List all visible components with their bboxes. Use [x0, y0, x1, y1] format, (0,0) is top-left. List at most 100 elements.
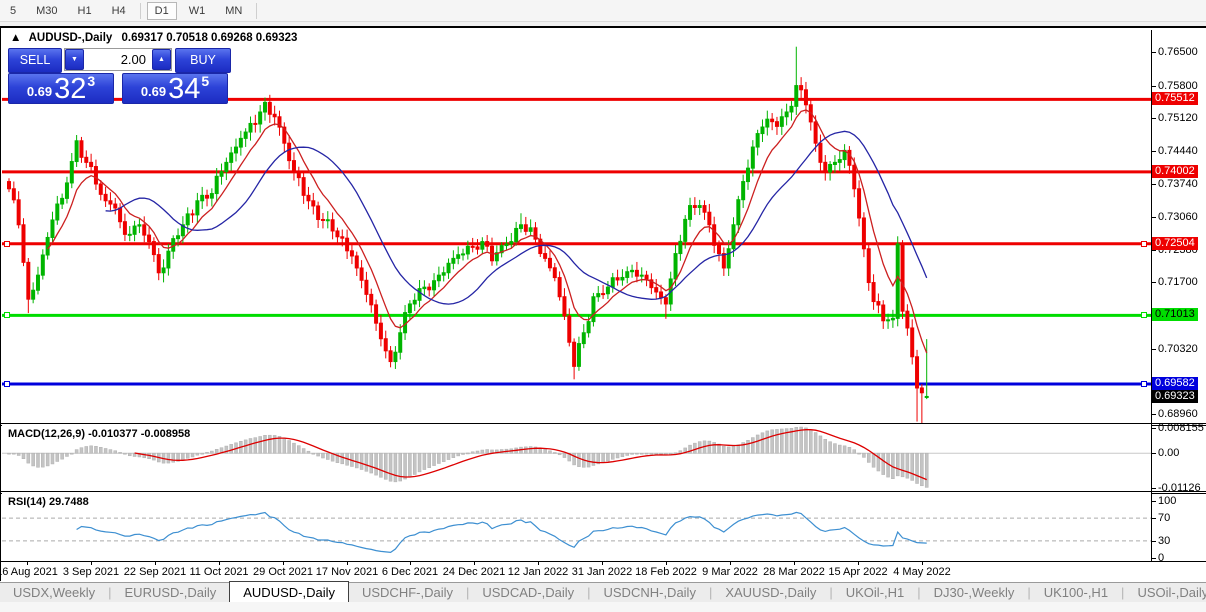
date-tick-mark	[155, 562, 156, 565]
date-tick-mark	[730, 562, 731, 565]
timeframe-button-5[interactable]: 5	[2, 2, 24, 20]
scale-tick-mark	[1152, 250, 1156, 251]
level-price-badge: 0.71013	[1152, 308, 1198, 321]
date-label: 16 Aug 2021	[0, 566, 58, 578]
scale-tick-mark	[1152, 518, 1156, 519]
tab-usdcnh-daily[interactable]: USDCNH-,Daily	[591, 583, 709, 603]
scale-tick-mark	[1152, 86, 1156, 87]
timeframe-button-h1[interactable]: H1	[70, 2, 100, 20]
tab-uk100-h1[interactable]: UK100-,H1	[1031, 583, 1121, 603]
scale-tick-mark	[1152, 501, 1156, 502]
rsi-pane[interactable]	[2, 493, 1151, 561]
rsi-scale-label: 30	[1158, 535, 1170, 547]
buy-button[interactable]: BUY	[175, 48, 231, 73]
rsi-scale-label: 100	[1158, 495, 1176, 507]
scale-tick-mark	[1152, 428, 1156, 429]
date-label: 3 Sep 2021	[63, 566, 119, 578]
tab-usdchf-daily[interactable]: USDCHF-,Daily	[349, 583, 466, 603]
date-label: 17 Nov 2021	[316, 566, 378, 578]
date-tick-mark	[858, 562, 859, 565]
date-label: 31 Jan 2022	[572, 566, 633, 578]
level-handle[interactable]	[1141, 241, 1147, 247]
date-tick-mark	[283, 562, 284, 565]
date-tick-mark	[219, 562, 220, 565]
scale-tick-mark	[1152, 52, 1156, 53]
scale-tick-mark	[1152, 349, 1156, 350]
timeframe-button-d1[interactable]: D1	[147, 2, 177, 20]
one-click-trade-panel: SELL ▼ 2.00 ▲ BUY 0.69 32 3 0.69 34 5	[8, 42, 229, 130]
chart-tab-bar: USDX,Weekly|EURUSD-,DailyAUDUSD-,DailyUS…	[0, 582, 1206, 603]
buy-price-pips: 34	[168, 76, 200, 102]
volume-spinner: ▼ 2.00 ▲	[64, 48, 172, 71]
level-handle[interactable]	[4, 381, 10, 387]
price-scale-label: 0.73060	[1158, 211, 1198, 223]
rsi-indicator-label: RSI(14) 29.7488	[8, 496, 89, 508]
price-scale-label: 0.76500	[1158, 46, 1198, 58]
toolbar-separator	[140, 3, 141, 19]
bottom-strip	[0, 602, 1206, 612]
price-scale[interactable]: 0.76500 0.75800 0.75120 0.74440 0.73740 0.730…	[1152, 28, 1206, 563]
price-scale-label: 0.73740	[1158, 178, 1198, 190]
price-scale-label: 0.70320	[1158, 343, 1198, 355]
scale-tick-mark	[1152, 184, 1156, 185]
date-label: 24 Dec 2021	[443, 566, 505, 578]
level-handle[interactable]	[4, 241, 10, 247]
price-scale-label: 0.75120	[1158, 112, 1198, 124]
toolbar-separator	[256, 3, 257, 19]
buy-price-tile[interactable]: 0.69 34 5	[122, 73, 228, 104]
macd-scale-label: 0.008155	[1158, 422, 1204, 434]
rsi-scale-label: 70	[1158, 512, 1170, 524]
timeframe-button-w1[interactable]: W1	[181, 2, 214, 20]
tab-dj30-weekly[interactable]: DJ30-,Weekly	[921, 583, 1028, 603]
date-label: 28 Mar 2022	[763, 566, 825, 578]
scale-tick-mark	[1152, 151, 1156, 152]
price-scale-label: 0.75800	[1158, 80, 1198, 92]
date-axis[interactable]: 16 Aug 20213 Sep 202122 Sep 202111 Oct 2…	[1, 561, 1206, 582]
tab-ukoil-h1[interactable]: UKOil-,H1	[833, 583, 918, 603]
macd-indicator-label: MACD(12,26,9) -0.010377 -0.008958	[8, 428, 190, 440]
macd-scale-label: 0.00	[1158, 447, 1179, 459]
buy-price-point: 5	[201, 73, 209, 89]
timeframe-toolbar: 5M30 H1H4 D1W1MN	[0, 0, 1206, 22]
scale-tick-mark	[1152, 217, 1156, 218]
level-handle[interactable]	[1141, 312, 1147, 318]
volume-increase-button[interactable]: ▲	[152, 49, 171, 70]
date-tick-mark	[922, 562, 923, 565]
current-price-badge: 0.69323	[1152, 390, 1198, 403]
date-tick-mark	[27, 562, 28, 565]
scale-tick-mark	[1152, 453, 1156, 454]
scale-tick-mark	[1152, 414, 1156, 415]
tab-audusd-daily[interactable]: AUDUSD-,Daily	[229, 581, 349, 603]
level-price-badge: 0.69582	[1152, 377, 1198, 390]
tab-usoil-daily[interactable]: USOil-,Daily	[1124, 583, 1206, 603]
level-handle[interactable]	[1141, 381, 1147, 387]
sell-button[interactable]: SELL	[8, 48, 62, 73]
tab-eurusd-daily[interactable]: EURUSD-,Daily	[112, 583, 230, 603]
level-handle[interactable]	[4, 312, 10, 318]
price-scale-label: 0.74440	[1158, 145, 1198, 157]
macd-scale-label: -0.01126	[1158, 482, 1201, 494]
volume-value[interactable]: 2.00	[84, 49, 152, 70]
date-label: 12 Jan 2022	[508, 566, 569, 578]
date-label: 9 Mar 2022	[702, 566, 758, 578]
timeframe-button-m30[interactable]: M30	[28, 2, 65, 20]
tab-usdx-weekly[interactable]: USDX,Weekly	[0, 583, 108, 603]
timeframe-button-h4[interactable]: H4	[104, 2, 134, 20]
tab-xauusd-daily[interactable]: XAUUSD-,Daily	[712, 583, 829, 603]
scale-tick-mark	[1152, 558, 1156, 559]
volume-decrease-button[interactable]: ▼	[65, 49, 84, 70]
scale-tick-mark	[1152, 282, 1156, 283]
level-price-badge: 0.72504	[1152, 237, 1198, 250]
sell-price-tile[interactable]: 0.69 32 3	[8, 73, 114, 104]
buy-price-prefix: 0.69	[141, 84, 166, 99]
timeframe-button-mn[interactable]: MN	[217, 2, 250, 20]
price-scale-label: 0.68960	[1158, 408, 1198, 420]
scale-tick-mark	[1152, 118, 1156, 119]
date-label: 18 Feb 2022	[635, 566, 697, 578]
date-tick-mark	[410, 562, 411, 565]
date-label: 22 Sep 2021	[124, 566, 186, 578]
scale-tick-mark	[1152, 488, 1156, 489]
date-tick-mark	[347, 562, 348, 565]
tab-usdcad-daily[interactable]: USDCAD-,Daily	[469, 583, 587, 603]
scale-tick-mark	[1152, 541, 1156, 542]
